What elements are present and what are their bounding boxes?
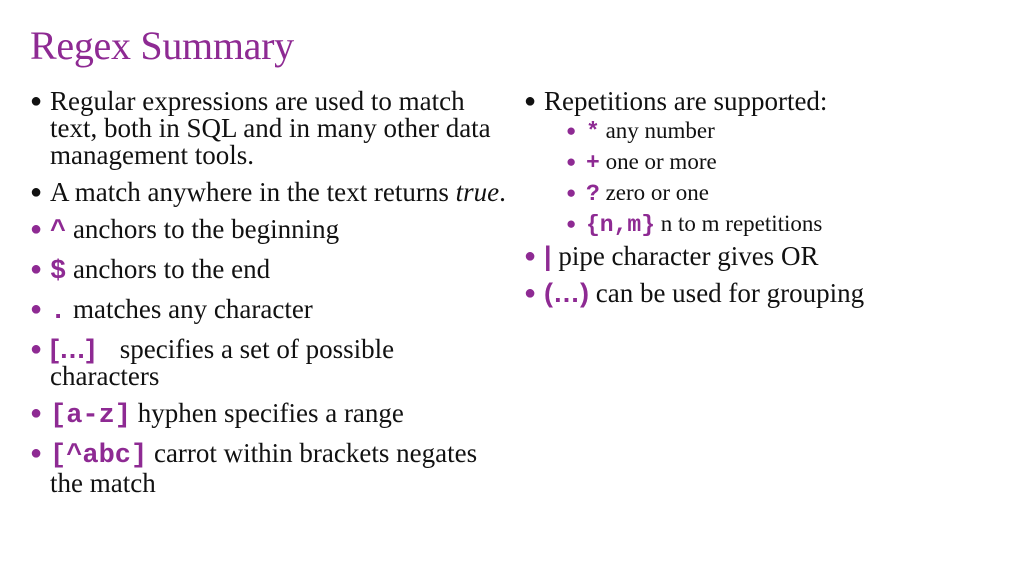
list-item: ● Repetitions are supported:	[524, 88, 994, 115]
regex-symbol: *	[586, 119, 600, 145]
item-text-after: .	[499, 177, 506, 207]
sub-list-item: ● {n,m} n to m repetitions	[566, 212, 994, 237]
regex-symbol: [a-z]	[50, 401, 132, 431]
regex-symbol: […]	[50, 334, 95, 364]
left-column: ● Regular expressions are used to match …	[30, 88, 510, 507]
list-item: ● ^ anchors to the beginning	[30, 216, 510, 246]
left-bullet-list: ● Regular expressions are used to match …	[30, 88, 510, 497]
item-text: Regular expressions are used to match te…	[50, 86, 491, 170]
regex-symbol: ^	[50, 217, 67, 247]
bullet-icon: ●	[30, 181, 43, 203]
item-text: anchors to the end	[72, 254, 271, 284]
bullet-icon: ●	[30, 338, 43, 360]
bullet-icon: ●	[566, 121, 577, 140]
bullet-icon: ●	[524, 282, 537, 304]
item-text: zero or one	[605, 180, 710, 205]
slide-title: Regex Summary	[30, 23, 294, 68]
list-item: ● (…) can be used for grouping	[524, 280, 994, 307]
bullet-icon: ●	[524, 245, 537, 267]
item-text: any number	[605, 118, 715, 143]
list-item: ● | pipe character gives OR	[524, 243, 994, 270]
bullet-icon: ●	[566, 152, 577, 171]
item-text: A match anywhere in the text returns	[50, 177, 456, 207]
bullet-icon: ●	[30, 218, 43, 240]
regex-symbol: [^abc]	[50, 441, 148, 471]
item-text: specifies a set of possible characters	[50, 334, 395, 391]
sub-list-item: ● ? zero or one	[566, 181, 994, 206]
bullet-icon: ●	[566, 214, 577, 233]
item-text: hyphen specifies a range	[137, 398, 404, 428]
regex-symbol: ?	[586, 181, 600, 207]
item-text: can be used for grouping	[595, 278, 865, 308]
regex-symbol: $	[50, 257, 67, 287]
bullet-icon: ●	[524, 90, 537, 112]
item-text: anchors to the beginning	[72, 214, 340, 244]
item-text: pipe character gives OR	[558, 241, 819, 271]
item-text: Repetitions are supported:	[544, 86, 828, 116]
regex-symbol: +	[586, 150, 600, 176]
bullet-icon: ●	[30, 298, 43, 320]
bullet-icon: ●	[566, 183, 577, 202]
list-item: ● $ anchors to the end	[30, 256, 510, 286]
right-bullet-list-continued: ● | pipe character gives OR ● (…) can be…	[524, 243, 994, 307]
right-bullet-list: ● Repetitions are supported:	[524, 88, 994, 115]
regex-symbol: {n,m}	[586, 212, 656, 238]
item-text: matches any character	[72, 294, 313, 324]
regex-symbol: (…)	[544, 278, 589, 308]
right-column: ● Repetitions are supported: ● * any num…	[524, 88, 994, 317]
item-text: n to m repetitions	[660, 211, 823, 236]
bullet-icon: ●	[30, 258, 43, 280]
list-item: ● A match anywhere in the text returns t…	[30, 179, 510, 206]
bullet-icon: ●	[30, 442, 43, 464]
regex-symbol: |	[544, 241, 552, 271]
list-item: ● Regular expressions are used to match …	[30, 88, 510, 169]
bullet-icon: ●	[30, 90, 43, 112]
item-text: one or more	[605, 149, 717, 174]
list-item: ● [^abc] carrot within brackets negates …	[30, 440, 510, 497]
list-item: ● . matches any character	[30, 296, 510, 326]
regex-symbol: .	[50, 297, 67, 327]
sub-list-item: ● + one or more	[566, 150, 994, 175]
list-item: ● […] specifies a set of possible charac…	[30, 336, 510, 390]
repetitions-sublist: ● * any number ● + one or more ● ? zero …	[566, 119, 994, 237]
list-item: ● [a-z] hyphen specifies a range	[30, 400, 510, 430]
item-emphasis: true	[455, 177, 500, 207]
bullet-icon: ●	[30, 402, 43, 424]
sub-list-item: ● * any number	[566, 119, 994, 144]
